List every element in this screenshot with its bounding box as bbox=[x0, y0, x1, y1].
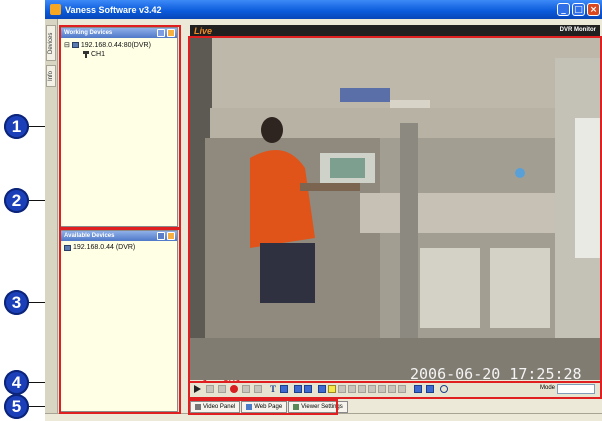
side-tab-info[interactable]: Info bbox=[46, 65, 56, 87]
layout-8-icon[interactable] bbox=[398, 385, 406, 393]
available-devices-panel: Available Devices 192.168.0.44 (DVR) bbox=[60, 230, 178, 412]
settings-icon bbox=[293, 404, 300, 410]
play-icon[interactable] bbox=[194, 385, 201, 393]
fullscreen-icon[interactable] bbox=[304, 385, 312, 393]
text-overlay-icon[interactable]: T bbox=[270, 385, 278, 394]
mode-select[interactable] bbox=[557, 384, 595, 394]
layout-single-icon[interactable] bbox=[318, 385, 326, 393]
pause-icon[interactable] bbox=[206, 385, 214, 393]
snapshot-icon[interactable] bbox=[280, 385, 288, 393]
zoom-icon[interactable] bbox=[414, 385, 422, 393]
dvr-icon bbox=[64, 244, 71, 251]
filter-icon[interactable] bbox=[157, 232, 165, 240]
callout-5: 5 bbox=[4, 394, 29, 419]
status-bar bbox=[45, 413, 602, 421]
forward-icon[interactable] bbox=[254, 385, 262, 393]
available-device-label: 192.168.0.44 (DVR) bbox=[73, 244, 136, 251]
callout-3: 3 bbox=[4, 290, 29, 315]
minimize-button[interactable]: _ bbox=[557, 3, 570, 16]
tab-video-panel-label: Video Panel bbox=[203, 404, 236, 410]
tab-viewer-settings[interactable]: Viewer Settings bbox=[288, 401, 348, 413]
working-devices-header: Working Devices bbox=[61, 28, 177, 38]
video-panel[interactable]: Live DVR Monitor 2006-06-20 17:25:28 bbox=[190, 25, 600, 391]
tree-item-working-device[interactable]: ⊟ 192.168.0.44:80(DVR) bbox=[64, 41, 151, 50]
window-title: Vaness Software v3.42 bbox=[65, 5, 162, 15]
camera-icon bbox=[195, 404, 201, 410]
layout-6-icon[interactable] bbox=[378, 385, 386, 393]
camera-icon bbox=[83, 51, 89, 58]
folder-icon[interactable] bbox=[167, 232, 175, 240]
rewind-icon[interactable] bbox=[242, 385, 250, 393]
layout-3-icon[interactable] bbox=[348, 385, 356, 393]
highlight-icon[interactable] bbox=[328, 385, 336, 393]
working-devices-panel: Working Devices ⊟ 192.168.0.44:80(DVR) C… bbox=[60, 27, 178, 227]
available-devices-header: Available Devices bbox=[61, 231, 177, 241]
tab-video-panel[interactable]: Video Panel bbox=[190, 401, 241, 413]
refresh-icon[interactable] bbox=[157, 29, 165, 37]
collapse-icon[interactable]: ⊟ bbox=[64, 41, 70, 49]
close-button[interactable]: × bbox=[587, 3, 600, 16]
working-devices-title: Working Devices bbox=[64, 30, 113, 36]
layout-2-icon[interactable] bbox=[338, 385, 346, 393]
playback-toolbar: T Mode bbox=[190, 381, 600, 397]
settings-icon[interactable] bbox=[426, 385, 434, 393]
callout-2: 2 bbox=[4, 188, 29, 213]
dvr-icon bbox=[71, 42, 79, 48]
tree-item-available-device[interactable]: 192.168.0.44 (DVR) bbox=[64, 244, 135, 251]
camera-feed-image bbox=[190, 38, 600, 380]
callout-1: 1 bbox=[4, 114, 29, 139]
callout-4: 4 bbox=[4, 370, 29, 395]
tree-item-channel[interactable]: CH1 bbox=[83, 51, 105, 58]
side-tab-strip: Devices Info bbox=[45, 19, 58, 413]
stop-icon[interactable] bbox=[218, 385, 226, 393]
web-page-icon bbox=[246, 404, 253, 410]
working-device-label: 192.168.0.44:80(DVR) bbox=[80, 41, 151, 49]
side-tab-devices[interactable]: Devices bbox=[46, 25, 56, 61]
layout-4-icon[interactable] bbox=[358, 385, 366, 393]
available-devices-title: Available Devices bbox=[64, 233, 115, 239]
tab-web-page-label: Web Page bbox=[254, 404, 283, 410]
clock-icon[interactable] bbox=[440, 385, 448, 393]
app-icon bbox=[50, 4, 61, 15]
layout-7-icon[interactable] bbox=[388, 385, 396, 393]
tab-web-page[interactable]: Web Page bbox=[241, 401, 288, 413]
mode-label: Mode bbox=[540, 385, 556, 391]
folder-icon[interactable] bbox=[167, 29, 175, 37]
tab-viewer-settings-label: Viewer Settings bbox=[301, 404, 343, 410]
title-bar[interactable]: Vaness Software v3.42 _ □ × bbox=[45, 0, 602, 19]
layout-5-icon[interactable] bbox=[368, 385, 376, 393]
record-icon[interactable] bbox=[230, 385, 238, 393]
channel-label: CH1 bbox=[91, 51, 106, 58]
view-tabs: Video Panel Web Page Viewer Settings bbox=[190, 401, 348, 413]
maximize-button[interactable]: □ bbox=[572, 3, 585, 16]
app-window: Vaness Software v3.42 _ □ × Devices Info… bbox=[45, 0, 602, 421]
video-header: Live DVR Monitor bbox=[190, 25, 600, 37]
monitor-label: DVR Monitor bbox=[559, 27, 596, 33]
live-label: Live bbox=[194, 26, 213, 36]
layout-grid-icon[interactable] bbox=[294, 385, 302, 393]
